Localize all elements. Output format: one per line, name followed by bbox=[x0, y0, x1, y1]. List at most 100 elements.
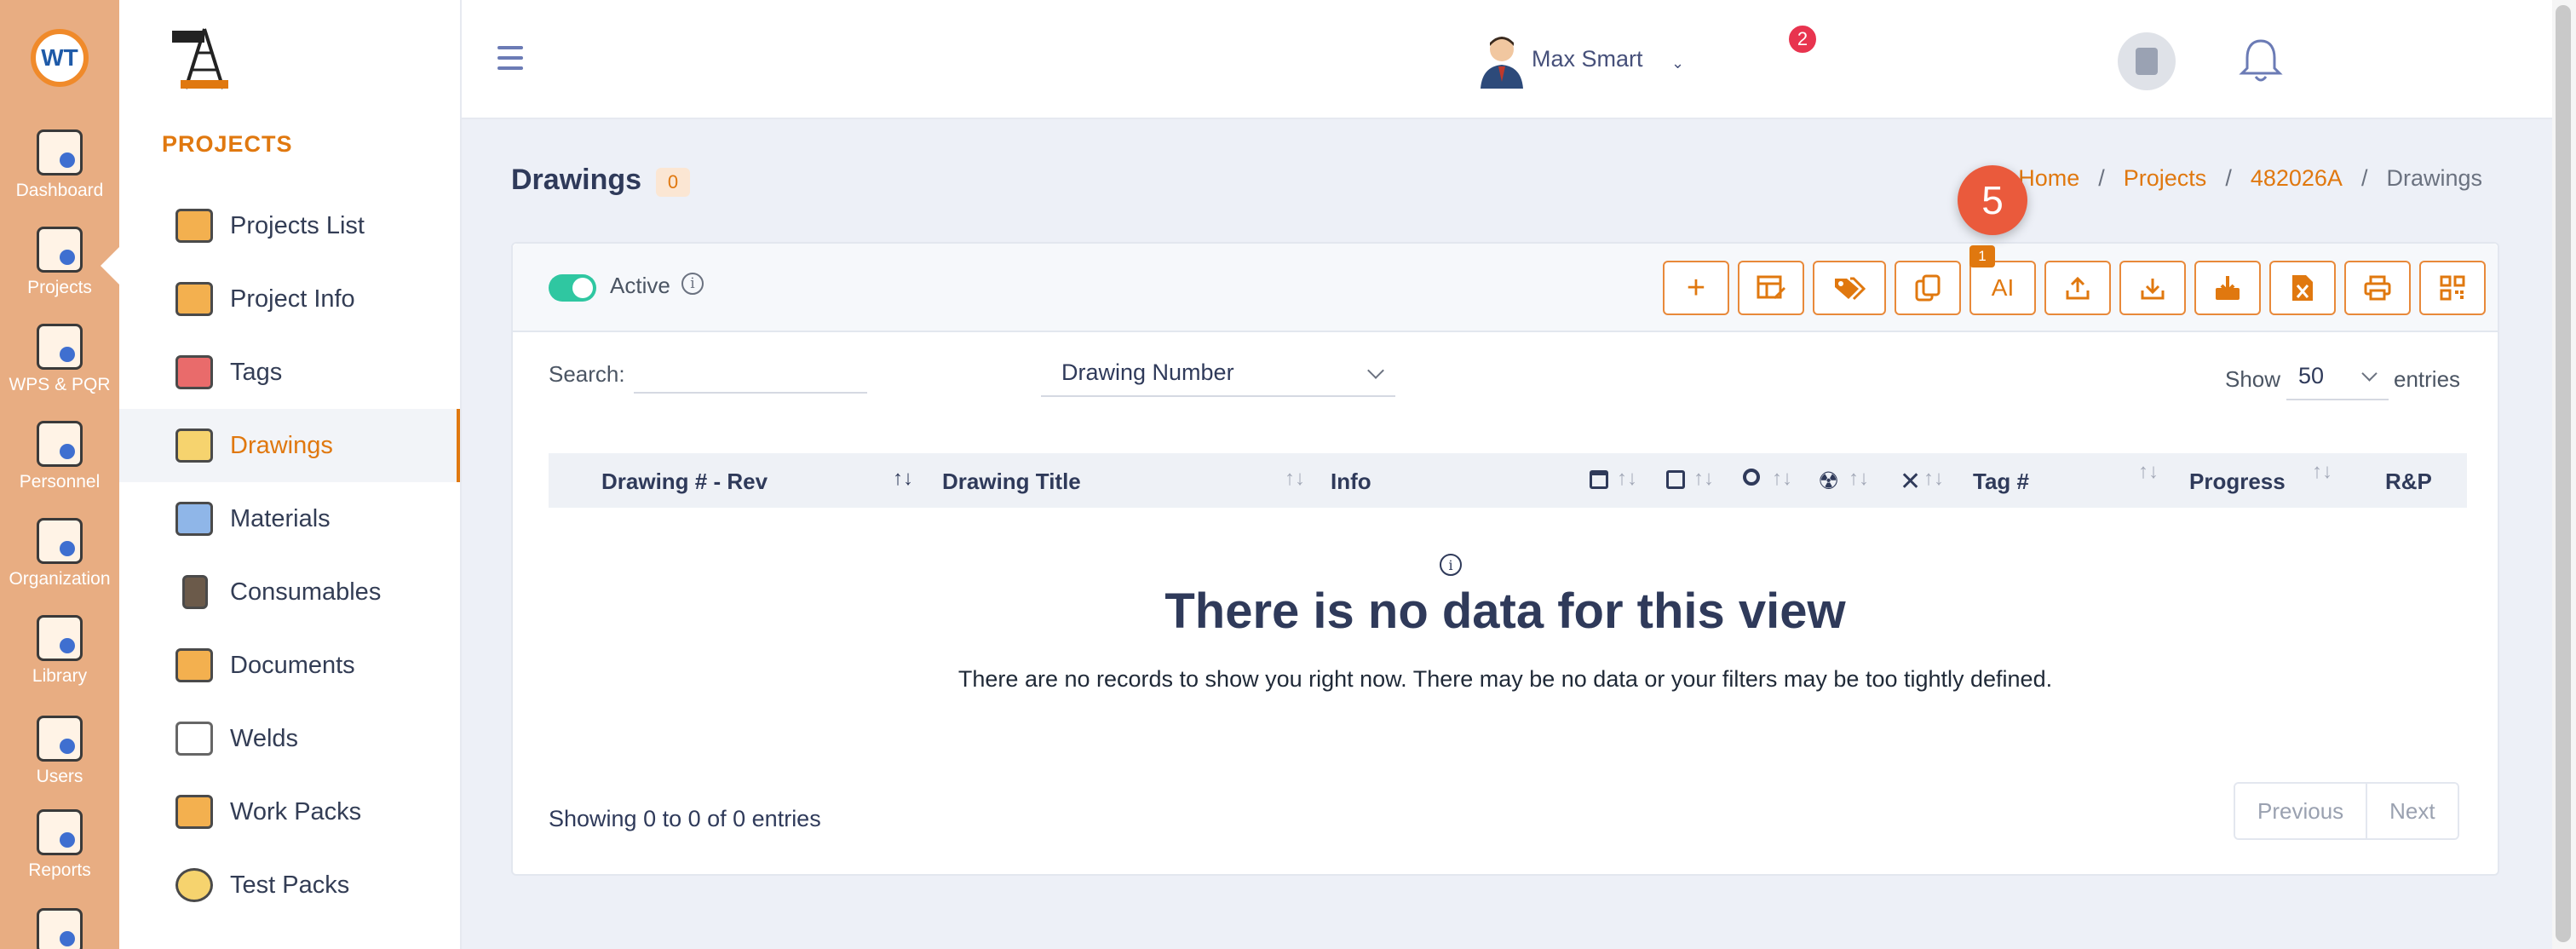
active-toggle[interactable] bbox=[549, 274, 596, 302]
rail-item-wps-pqr[interactable]: WPS & PQR bbox=[0, 324, 119, 395]
rail-item-more[interactable] bbox=[0, 908, 119, 949]
import-button[interactable] bbox=[2194, 261, 2261, 315]
rail-item-label: Users bbox=[36, 767, 83, 786]
chevron-down-icon[interactable]: ⌄ bbox=[1671, 55, 1684, 72]
copy-icon bbox=[1915, 274, 1941, 302]
sidebar-item-projects-list[interactable]: Projects List bbox=[119, 189, 460, 262]
column-info[interactable]: Info bbox=[1331, 469, 1371, 495]
breadcrumb-project-482026a[interactable]: 482026A bbox=[2251, 165, 2343, 192]
rail-item-library[interactable]: Library bbox=[0, 615, 119, 687]
tutorial-step-marker: 5 bbox=[1958, 165, 2027, 235]
sort-icon[interactable]: ↑↓ bbox=[1693, 467, 1714, 491]
sort-icon[interactable]: ↑↓ bbox=[1849, 467, 1869, 491]
inspection-icon[interactable] bbox=[1743, 469, 1760, 486]
column-progress[interactable]: Progress bbox=[2189, 469, 2286, 495]
app-logo[interactable]: WT bbox=[31, 29, 89, 87]
rail-item-dashboard[interactable]: Dashboard bbox=[0, 129, 119, 201]
sort-icon[interactable]: ↑↓ bbox=[1772, 467, 1792, 491]
library-icon bbox=[37, 615, 83, 661]
sidebar-item-label: Projects List bbox=[230, 211, 365, 239]
drawings-count-badge: 0 bbox=[656, 168, 690, 197]
sidebar-item-consumables[interactable]: Consumables bbox=[119, 555, 460, 629]
user-name[interactable]: Max Smart bbox=[1532, 46, 1643, 72]
calendar-icon[interactable] bbox=[1590, 470, 1608, 489]
breadcrumb-projects[interactable]: Projects bbox=[2124, 165, 2207, 192]
search-label: Search: bbox=[549, 361, 625, 387]
ai-count-badge: 1 bbox=[1969, 245, 1995, 267]
sidebar-item-work-packs[interactable]: Work Packs bbox=[119, 775, 460, 848]
book-icon bbox=[2136, 48, 2158, 75]
active-toggle-label: Active bbox=[610, 273, 670, 298]
manual-button[interactable] bbox=[2118, 32, 2176, 90]
rail-item-label: Reports bbox=[28, 860, 91, 880]
sidebar-item-drawings[interactable]: Drawings bbox=[119, 409, 460, 482]
page-size-select[interactable]: 50 bbox=[2286, 353, 2389, 400]
rail-item-users[interactable]: Users bbox=[0, 716, 119, 787]
scrollbar-thumb[interactable] bbox=[2556, 5, 2571, 942]
sidebar-item-label: Project Info bbox=[230, 285, 355, 313]
sidebar-item-label: Welds bbox=[230, 724, 299, 752]
organization-icon bbox=[37, 518, 83, 564]
sidebar-item-project-info[interactable]: Project Info bbox=[119, 262, 460, 336]
sort-icon[interactable]: ↑↓ bbox=[2138, 460, 2159, 484]
card-toolbar: Active i + AI bbox=[513, 244, 2498, 332]
ai-button[interactable]: AI bbox=[1969, 261, 2036, 315]
app-logo-text: WT bbox=[41, 44, 78, 71]
copy-button[interactable] bbox=[1895, 261, 1961, 315]
radiation-icon[interactable]: ☢ bbox=[1818, 467, 1839, 495]
edit-table-button[interactable] bbox=[1738, 261, 1804, 315]
sort-asc-icon[interactable]: ↑↓ bbox=[893, 467, 913, 491]
upload-button[interactable] bbox=[2044, 261, 2111, 315]
rail-item-organization[interactable]: Organization bbox=[0, 518, 119, 590]
sort-icon[interactable]: ↑↓ bbox=[1285, 467, 1305, 491]
column-r-and-p[interactable]: R&P bbox=[2385, 469, 2432, 495]
page-size-value: 50 bbox=[2298, 362, 2325, 388]
reject-icon[interactable]: ✕ bbox=[1900, 467, 1921, 497]
table-info: Showing 0 to 0 of 0 entries bbox=[549, 806, 821, 831]
documents-icon bbox=[175, 648, 213, 682]
sidebar-item-welds[interactable]: Welds bbox=[119, 702, 460, 775]
breadcrumb-home[interactable]: Home bbox=[2018, 165, 2079, 192]
sidebar-section-title: PROJECTS bbox=[162, 131, 293, 157]
sidebar-item-label: Consumables bbox=[230, 578, 382, 606]
sidebar-item-test-packs[interactable]: Test Packs bbox=[119, 848, 460, 922]
download-button[interactable] bbox=[2119, 261, 2186, 315]
sidebar-item-label: Documents bbox=[230, 651, 355, 679]
column-drawing-title[interactable]: Drawing Title bbox=[942, 469, 1081, 495]
export-excel-button[interactable] bbox=[2269, 261, 2336, 315]
sort-icon[interactable]: ↑↓ bbox=[1923, 467, 1944, 491]
rail-item-reports[interactable]: Reports bbox=[0, 809, 119, 881]
checklist-icon[interactable] bbox=[1666, 470, 1685, 489]
sort-icon[interactable]: ↑↓ bbox=[2312, 460, 2332, 484]
sidebar-item-materials[interactable]: Materials bbox=[119, 482, 460, 555]
notification-bell-icon[interactable] bbox=[2237, 34, 2285, 85]
column-tag-number[interactable]: Tag # bbox=[1973, 469, 2029, 495]
qr-code-button[interactable] bbox=[2419, 261, 2486, 315]
pipes-icon bbox=[175, 502, 213, 536]
users-icon bbox=[37, 716, 83, 762]
menu-toggle-icon[interactable] bbox=[497, 46, 523, 70]
notification-count-badge: 2 bbox=[1787, 24, 1818, 55]
column-drawing-number[interactable]: Drawing # - Rev bbox=[601, 469, 768, 495]
import-icon bbox=[2216, 276, 2240, 300]
print-button[interactable] bbox=[2344, 261, 2411, 315]
info-icon[interactable]: i bbox=[681, 273, 704, 295]
previous-page-button[interactable]: Previous bbox=[2235, 784, 2366, 838]
add-drawing-button[interactable]: + bbox=[1663, 261, 1729, 315]
tags-button[interactable] bbox=[1813, 261, 1886, 315]
sidebar-item-label: Work Packs bbox=[230, 797, 362, 825]
print-icon bbox=[2364, 275, 2391, 301]
download-icon bbox=[2141, 279, 2165, 300]
user-avatar[interactable] bbox=[1475, 31, 1528, 89]
sidebar-item-documents[interactable]: Documents bbox=[119, 629, 460, 702]
next-page-button[interactable]: Next bbox=[2366, 784, 2458, 838]
search-input[interactable] bbox=[634, 351, 867, 394]
info-icon: i bbox=[1440, 554, 1462, 576]
search-field-selected: Drawing Number bbox=[1061, 359, 1234, 385]
search-field-select[interactable]: Drawing Number bbox=[1041, 349, 1395, 397]
sidebar-item-label: Test Packs bbox=[230, 871, 350, 899]
spool-icon bbox=[182, 575, 208, 609]
sort-icon[interactable]: ↑↓ bbox=[1617, 467, 1637, 491]
sidebar-item-tags[interactable]: Tags bbox=[119, 336, 460, 409]
rail-item-personnel[interactable]: Personnel bbox=[0, 421, 119, 492]
